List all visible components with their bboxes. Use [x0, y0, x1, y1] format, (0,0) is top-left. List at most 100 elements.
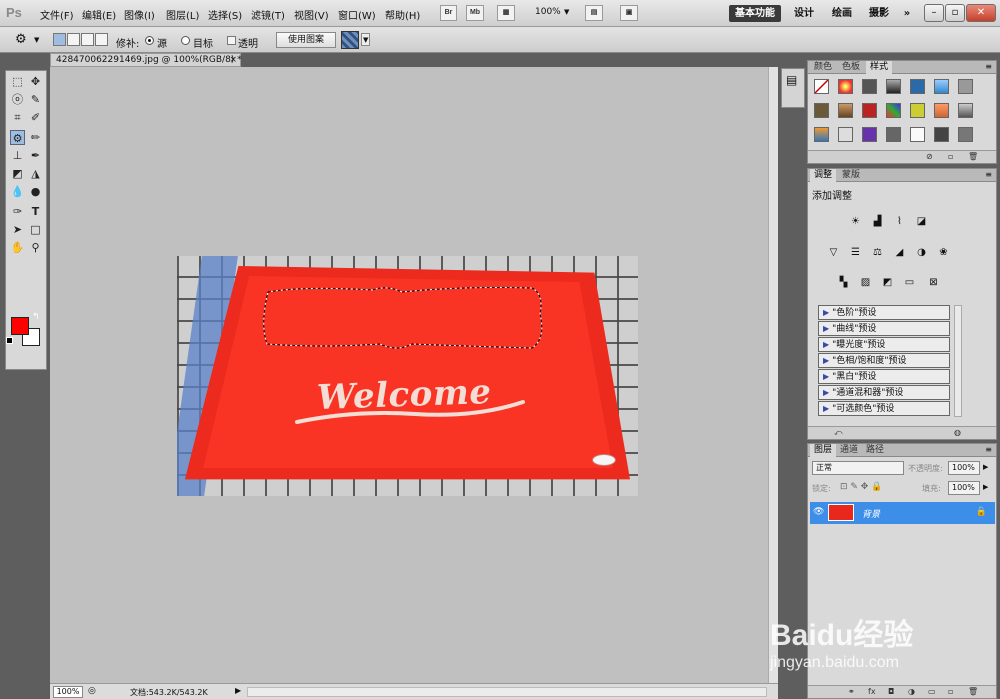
- style-swatch[interactable]: [910, 103, 925, 118]
- exposure-icon[interactable]: ◪: [914, 214, 929, 229]
- use-pattern-button[interactable]: 使用图案: [276, 32, 336, 48]
- menu-filter[interactable]: 滤镜(T): [251, 7, 285, 22]
- tool-preset-dropdown-icon[interactable]: ▼: [34, 36, 39, 44]
- selective-color-icon[interactable]: ⊠: [926, 275, 941, 290]
- patch-selection[interactable]: [262, 284, 552, 352]
- style-swatch[interactable]: [958, 103, 973, 118]
- style-swatch[interactable]: [862, 79, 877, 94]
- pattern-dropdown-icon[interactable]: ▼: [361, 33, 371, 46]
- status-zoom-field[interactable]: 100%: [53, 686, 83, 698]
- canvas-area[interactable]: Welcome: [50, 67, 768, 683]
- preset-black-white[interactable]: ▶ "黑白"预设: [818, 369, 950, 384]
- zoom-tool-icon[interactable]: ⚲: [28, 240, 43, 255]
- curves-icon[interactable]: ⌇: [892, 214, 907, 229]
- brightness-icon[interactable]: ☀: [848, 214, 863, 229]
- panel-menu-icon[interactable]: ≡: [985, 62, 992, 71]
- patch-tool-icon[interactable]: ⚙: [15, 32, 27, 47]
- layer-style-icon[interactable]: fx: [868, 687, 876, 696]
- clip-to-layer-icon[interactable]: ◍: [954, 428, 961, 437]
- type-tool-icon[interactable]: T: [28, 204, 43, 219]
- menu-layer[interactable]: 图层(L): [166, 7, 199, 22]
- tab-color[interactable]: 颜色: [810, 61, 836, 74]
- document-tab[interactable]: 428470062291469.jpg @ 100%(RGB/8) * ×: [50, 53, 242, 67]
- presets-scrollbar[interactable]: [954, 305, 962, 417]
- chevron-down-icon[interactable]: ▼: [564, 8, 569, 16]
- preset-curves[interactable]: ▶ "曲线"预设: [818, 321, 950, 336]
- delete-style-icon[interactable]: 🗑: [968, 152, 978, 161]
- close-button[interactable]: ✕: [966, 4, 996, 22]
- lock-icons[interactable]: ⊡ ✎ ✥ 🔒: [840, 482, 882, 492]
- history-panel-icon[interactable]: ▤: [786, 73, 797, 87]
- marquee-tool-icon[interactable]: ⬚: [10, 74, 25, 89]
- vibrance-icon[interactable]: ▽: [826, 245, 841, 260]
- preset-hue-saturation[interactable]: ▶ "色相/饱和度"预设: [818, 353, 950, 368]
- new-layer-icon[interactable]: ▫: [948, 687, 953, 696]
- subtract-selection-icon[interactable]: [81, 33, 94, 46]
- style-swatch[interactable]: [886, 127, 901, 142]
- document-image[interactable]: Welcome: [177, 256, 638, 496]
- arrange-documents-icon[interactable]: ▤: [585, 5, 603, 21]
- clone-stamp-tool-icon[interactable]: ⊥: [10, 148, 25, 163]
- tab-styles[interactable]: 样式: [866, 61, 893, 74]
- blend-mode-select[interactable]: 正常: [812, 461, 904, 475]
- new-style-icon[interactable]: ▫: [948, 152, 953, 161]
- threshold-icon[interactable]: ◩: [880, 275, 895, 290]
- quick-select-tool-icon[interactable]: ✎: [28, 92, 43, 107]
- workspace-essentials[interactable]: 基本功能: [729, 5, 781, 22]
- style-swatch-none[interactable]: [814, 79, 829, 94]
- opacity-dropdown-icon[interactable]: ▶: [983, 463, 988, 471]
- eyedropper-tool-icon[interactable]: ✐: [28, 110, 43, 125]
- more-workspaces-button[interactable]: »: [900, 5, 914, 22]
- panel-menu-icon[interactable]: ≡: [985, 170, 992, 179]
- adjustment-layer-icon[interactable]: ◑: [908, 687, 915, 696]
- patch-tool-icon[interactable]: ⚙: [10, 130, 25, 145]
- style-swatch[interactable]: [862, 103, 877, 118]
- clear-style-icon[interactable]: ⊘: [926, 152, 933, 161]
- style-swatch[interactable]: [886, 79, 901, 94]
- eraser-tool-icon[interactable]: ◩: [10, 166, 25, 181]
- style-swatch[interactable]: [814, 103, 829, 118]
- vertical-scrollbar[interactable]: [768, 67, 778, 683]
- color-balance-icon[interactable]: ⚖: [870, 245, 885, 260]
- transparent-checkbox[interactable]: [227, 36, 236, 45]
- intersect-selection-icon[interactable]: [95, 33, 108, 46]
- paint-bucket-tool-icon[interactable]: ◮: [28, 166, 43, 181]
- workspace-design[interactable]: 设计: [792, 5, 816, 22]
- workspace-painting[interactable]: 绘画: [830, 5, 854, 22]
- hand-tool-icon[interactable]: ✋: [10, 240, 25, 255]
- blur-tool-icon[interactable]: 💧: [10, 184, 25, 199]
- layer-mask-icon[interactable]: ◘: [888, 687, 894, 696]
- hue-saturation-icon[interactable]: ☰: [848, 245, 863, 260]
- style-swatch[interactable]: [886, 103, 901, 118]
- return-to-list-icon[interactable]: ⤺: [834, 428, 843, 438]
- minimize-button[interactable]: –: [924, 4, 944, 22]
- style-swatch[interactable]: [838, 79, 853, 94]
- posterize-icon[interactable]: ▨: [858, 275, 873, 290]
- path-select-tool-icon[interactable]: ➤: [10, 222, 25, 237]
- history-brush-tool-icon[interactable]: ✒: [28, 148, 43, 163]
- zoom-level-select[interactable]: 100%: [535, 7, 561, 17]
- style-swatch[interactable]: [934, 79, 949, 94]
- style-swatch[interactable]: [814, 127, 829, 142]
- new-selection-icon[interactable]: [53, 33, 66, 46]
- add-selection-icon[interactable]: [67, 33, 80, 46]
- preset-selective-color[interactable]: ▶ "可选颜色"预设: [818, 401, 950, 416]
- channel-mixer-icon[interactable]: ❀: [936, 245, 951, 260]
- pen-tool-icon[interactable]: ✑: [10, 204, 25, 219]
- style-swatch[interactable]: [838, 127, 853, 142]
- menu-help[interactable]: 帮助(H): [385, 7, 420, 22]
- menu-image[interactable]: 图像(I): [124, 7, 155, 22]
- menu-window[interactable]: 窗口(W): [338, 7, 376, 22]
- menu-view[interactable]: 视图(V): [294, 7, 329, 22]
- menu-edit[interactable]: 编辑(E): [82, 7, 116, 22]
- screen-mode-icon[interactable]: ▣: [620, 5, 638, 21]
- close-tab-icon[interactable]: ×: [229, 54, 237, 66]
- source-radio[interactable]: [145, 36, 154, 45]
- style-swatch[interactable]: [934, 127, 949, 142]
- levels-icon[interactable]: ▟: [870, 214, 885, 229]
- menu-file[interactable]: 文件(F): [40, 7, 74, 22]
- style-swatch[interactable]: [958, 127, 973, 142]
- swap-colors-icon[interactable]: ↰: [32, 312, 40, 322]
- tab-swatches[interactable]: 色板: [838, 61, 864, 74]
- panel-menu-icon[interactable]: ≡: [985, 445, 992, 454]
